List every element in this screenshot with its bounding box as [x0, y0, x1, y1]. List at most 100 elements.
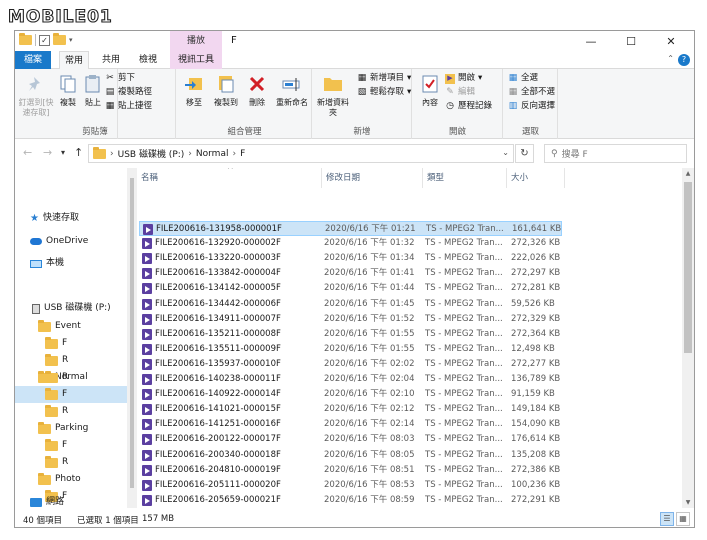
column-header-name[interactable]: ^ 名稱 [137, 168, 322, 188]
paste-button[interactable]: 貼上 [81, 72, 105, 108]
file-row[interactable]: FILE200616-200340-000018F 2020/6/16 下午 08… [139, 448, 562, 463]
maximize-button[interactable]: ☐ [611, 31, 651, 51]
column-header-date[interactable]: 修改日期 [322, 168, 423, 188]
file-row[interactable]: FILE200616-134442-000006F 2020/6/16 下午 01… [139, 297, 562, 312]
nav-folder-normal-f[interactable]: F [15, 386, 127, 403]
search-input[interactable]: ⚲ 搜尋 F [544, 144, 687, 163]
details-view-icon[interactable]: ☰ [660, 512, 674, 526]
file-row[interactable]: FILE200616-135937-000010F 2020/6/16 下午 02… [139, 357, 562, 372]
copy-button[interactable]: 複製 [55, 72, 81, 108]
breadcrumb-normal[interactable]: Normal [196, 149, 229, 159]
column-header-type[interactable]: 類型 [423, 168, 507, 188]
copy-path-button[interactable]: ▤ 複製路徑 [105, 86, 152, 99]
select-all-label: 全選 [521, 73, 539, 83]
properties-check-icon[interactable]: ✓ [39, 34, 50, 46]
copy-to-button[interactable]: 複製到 [212, 72, 240, 108]
large-icons-view-icon[interactable]: ▦ [676, 512, 690, 526]
up-arrow-icon[interactable]: ↑ [74, 146, 83, 159]
ribbon-collapse-icon[interactable]: ⌃ [667, 54, 674, 63]
pin-quick-access-button[interactable]: 釘選到[快速存取] [17, 72, 55, 118]
search-placeholder: 搜尋 F [561, 150, 588, 160]
move-to-button[interactable]: 移至 [180, 72, 208, 108]
minimize-button[interactable]: — [571, 31, 611, 51]
nav-folder-event-f[interactable]: F [45, 335, 67, 352]
nav-usb-drive[interactable]: USB 磁碟機 (P:) [32, 300, 111, 317]
breadcrumb-separator-icon[interactable]: › [232, 149, 236, 159]
nav-folder-event[interactable]: Event [38, 318, 81, 335]
invert-selection-button[interactable]: ▥ 反向選擇 [508, 100, 555, 113]
breadcrumb-usb-drive[interactable]: USB 磁碟機 (P:) [118, 147, 185, 160]
nav-folder-parking-f[interactable]: F [45, 437, 67, 454]
tab-home[interactable]: 常用 [59, 51, 89, 70]
breadcrumb-f[interactable]: F [240, 149, 245, 159]
nav-folder-parking[interactable]: Parking [38, 420, 88, 437]
file-list-scrollbar[interactable]: ▲ ▼ [682, 168, 694, 508]
nav-quick-access[interactable]: ★ 快速存取 [30, 210, 79, 227]
file-row[interactable]: FILE200616-134142-000005F 2020/6/16 下午 01… [139, 281, 562, 296]
nav-folder-photo[interactable]: Photo [38, 471, 81, 488]
new-folder-icon[interactable] [53, 33, 66, 45]
tab-video-tools[interactable]: 視訊工具 [170, 51, 222, 69]
breadcrumb-separator-icon[interactable]: › [110, 149, 114, 159]
address-dropdown-icon[interactable]: ⌄ [502, 148, 509, 157]
file-row[interactable]: FILE200616-204810-000019F 2020/6/16 下午 08… [139, 463, 562, 478]
file-row[interactable]: FILE200616-205659-000021F 2020/6/16 下午 08… [139, 493, 562, 508]
file-type: TS - MPEG2 Tran... [425, 343, 503, 354]
nav-folder-photo-r-visible[interactable]: R [45, 369, 68, 386]
new-item-button[interactable]: ▦ 新增項目 ▾ [357, 72, 412, 85]
open-button[interactable]: ▶ 開啟 ▾ [445, 72, 482, 85]
column-header-size[interactable]: 大小 [507, 168, 565, 188]
column-date-label: 修改日期 [326, 173, 361, 183]
file-type: TS - MPEG2 Tran... [425, 283, 503, 294]
nav-folder-normal-r[interactable]: R [45, 403, 68, 420]
file-row[interactable]: FILE200616-135211-000008F 2020/6/16 下午 01… [139, 327, 562, 342]
nav-folder-parking-r[interactable]: R [45, 454, 68, 471]
delete-button[interactable]: 刪除 [244, 72, 270, 108]
scroll-down-icon[interactable]: ▼ [682, 499, 694, 506]
file-row[interactable]: FILE200616-134911-000007F 2020/6/16 下午 01… [139, 312, 562, 327]
file-row[interactable]: FILE200616-141021-000015F 2020/6/16 下午 02… [139, 402, 562, 417]
video-file-icon [142, 298, 152, 310]
file-row[interactable]: FILE200616-205111-000020F 2020/6/16 下午 08… [139, 478, 562, 493]
file-row[interactable]: FILE200616-135511-000009F 2020/6/16 下午 01… [139, 342, 562, 357]
back-arrow-icon[interactable]: ← [23, 146, 32, 159]
rename-button[interactable]: 重新命名 [272, 72, 312, 108]
new-folder-button[interactable]: 新增資料夾 [315, 72, 351, 118]
file-row[interactable]: FILE200616-200122-000017F 2020/6/16 下午 08… [139, 432, 562, 447]
file-row[interactable]: FILE200616-133842-000004F 2020/6/16 下午 01… [139, 266, 562, 281]
properties-button[interactable]: 內容 [415, 72, 445, 108]
file-row[interactable]: FILE200616-132920-000002F 2020/6/16 下午 01… [139, 236, 562, 251]
address-bar[interactable]: › USB 磁碟機 (P:) › Normal › F ⌄ [88, 144, 514, 163]
qat-dropdown-icon[interactable]: ▾ [69, 36, 73, 44]
scroll-thumb[interactable] [684, 182, 692, 353]
file-row[interactable]: FILE200616-141251-000016F 2020/6/16 下午 02… [139, 417, 562, 432]
nav-pane-scrollbar[interactable] [127, 168, 137, 508]
help-icon[interactable]: ? [678, 54, 690, 66]
recent-locations-icon[interactable]: ▾ [61, 148, 65, 157]
edit-button[interactable]: ✎ 編輯 [445, 86, 475, 99]
refresh-button[interactable]: ↻ [515, 144, 534, 163]
tab-file[interactable]: 檔案 [15, 51, 51, 69]
file-row[interactable]: FILE200616-140238-000011F 2020/6/16 下午 02… [139, 372, 562, 387]
file-row[interactable]: FILE200616-133220-000003F 2020/6/16 下午 01… [139, 251, 562, 266]
tab-view[interactable]: 檢視 [136, 51, 160, 69]
breadcrumb-separator-icon[interactable]: › [188, 149, 192, 159]
file-type: TS - MPEG2 Tran... [425, 479, 503, 490]
cut-button[interactable]: ✂ 剪下 [105, 72, 135, 85]
nav-onedrive[interactable]: OneDrive [30, 233, 88, 250]
history-button[interactable]: ◷ 歷程記錄 [445, 100, 492, 113]
forward-arrow-icon[interactable]: → [43, 146, 52, 159]
tab-share[interactable]: 共用 [99, 51, 123, 69]
video-file-icon [142, 283, 152, 295]
close-button[interactable]: ✕ [651, 31, 691, 51]
scroll-up-icon[interactable]: ▲ [682, 170, 694, 177]
paste-shortcut-button[interactable]: ▦ 貼上捷徑 [105, 100, 152, 113]
select-all-button[interactable]: ▦ 全選 [508, 72, 538, 85]
nav-folder-event-r[interactable]: R [45, 352, 68, 369]
nav-scroll-thumb[interactable] [130, 178, 134, 488]
nav-this-pc[interactable]: 本機 [30, 255, 64, 272]
file-row[interactable]: FILE200616-131958-000001F 2020/6/16 下午 01… [139, 221, 562, 236]
easy-access-button[interactable]: ▧ 輕鬆存取 ▾ [357, 86, 412, 99]
file-row[interactable]: FILE200616-140922-000014F 2020/6/16 下午 02… [139, 387, 562, 402]
select-none-button[interactable]: ▦ 全部不選 [508, 86, 555, 99]
